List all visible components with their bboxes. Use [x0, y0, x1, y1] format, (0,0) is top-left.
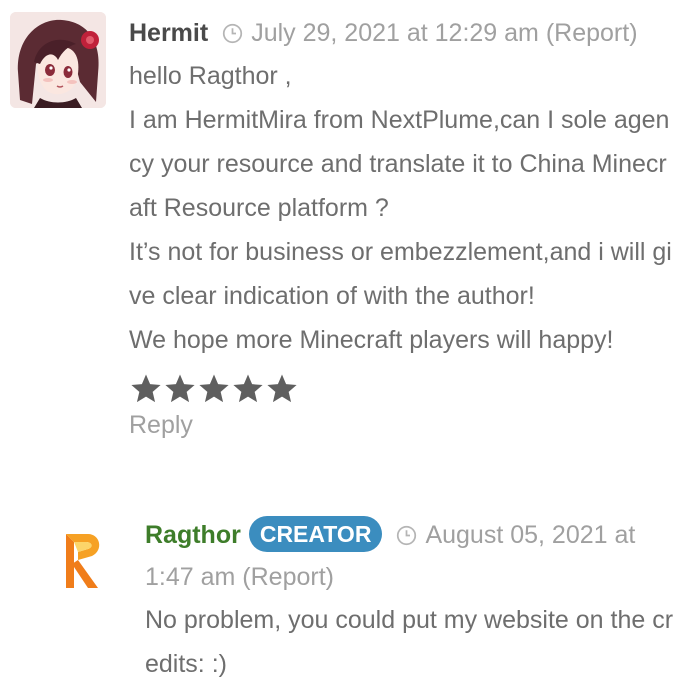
comment-line: I am HermitMira from NextPlume,can I sol… [129, 106, 670, 222]
reply-link[interactable]: Reply [129, 408, 193, 442]
clock-icon [223, 23, 243, 44]
star-icon [199, 374, 229, 403]
report-link[interactable]: (Report) [546, 19, 638, 47]
comment-date[interactable]: July 29, 2021 at 12:29 am [251, 19, 539, 47]
comment-line: hello Ragthor , [129, 62, 292, 90]
avatar-hermit[interactable] [10, 12, 106, 108]
comment-line: We hope more Minecraft players will happ… [129, 326, 614, 354]
ragthor-logo-icon [66, 534, 100, 588]
rating-stars [129, 372, 674, 408]
comment-text: hello Ragthor , I am HermitMira from Nex… [129, 54, 674, 362]
comment-text: No problem, you could put my website on … [145, 598, 675, 686]
star-icon [131, 374, 161, 403]
comment-line: No problem, you could put my website on … [145, 606, 674, 678]
comment-meta: Ragthor CREATOR August 05, 2021 at 1:47 am… [145, 514, 675, 598]
comment-body: Ragthor CREATOR August 05, 2021 at 1:47 am… [145, 514, 675, 686]
clock-icon [397, 525, 417, 546]
creator-badge: CREATOR [248, 516, 383, 552]
comment-body: Hermit July 29, 2021 at 12:29 am (Report)… [129, 12, 674, 442]
comment-line: It’s not for business or embezzlement,an… [129, 238, 672, 310]
author-name[interactable]: Ragthor [145, 521, 241, 549]
star-icon [267, 374, 297, 403]
anime-avatar-image [10, 12, 106, 108]
author-name[interactable]: Hermit [129, 19, 208, 47]
star-icon [233, 374, 263, 403]
star-icon [165, 374, 195, 403]
comment-meta: Hermit July 29, 2021 at 12:29 am (Report) [129, 12, 674, 54]
report-link[interactable]: (Report) [242, 563, 334, 591]
avatar-ragthor[interactable] [58, 516, 110, 592]
